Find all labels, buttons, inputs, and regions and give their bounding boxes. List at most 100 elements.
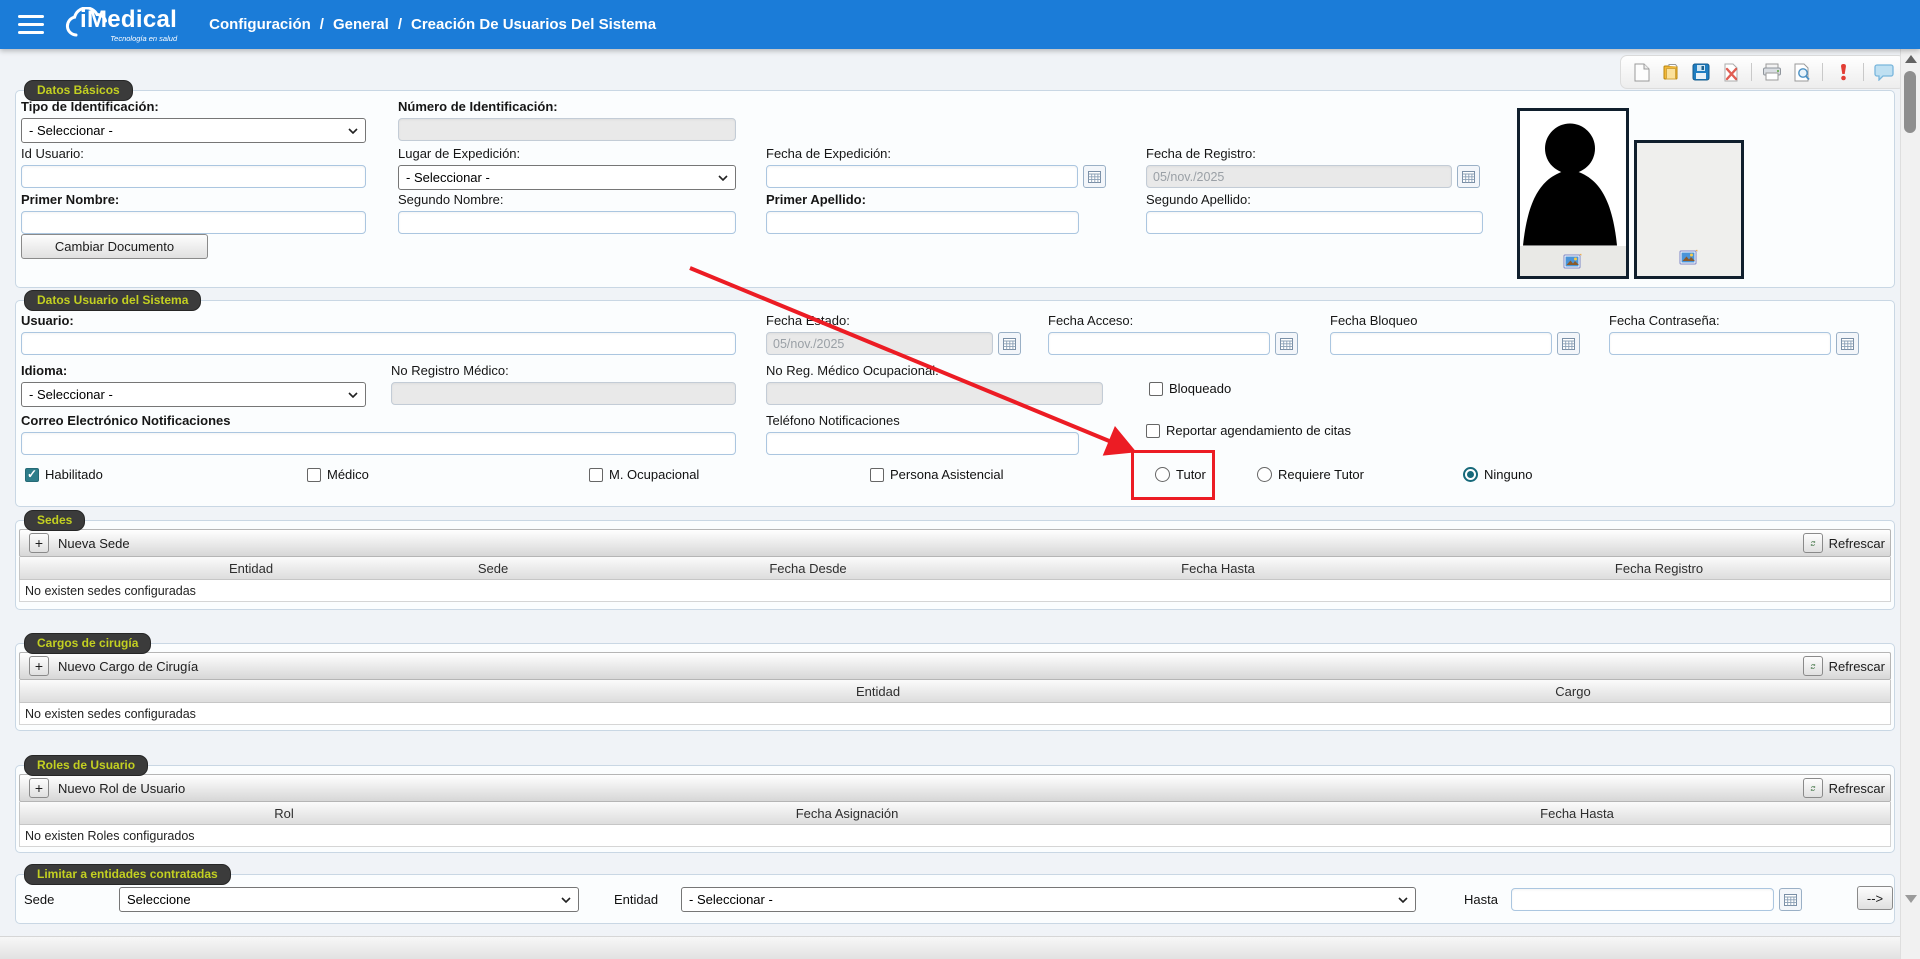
action-toolbar [1620, 55, 1905, 89]
no-reg-medico-ocupacional-input[interactable] [766, 382, 1103, 405]
no-registro-medico-input[interactable] [391, 382, 736, 405]
entidad-label: Entidad [614, 892, 658, 907]
refrescar-button[interactable]: Refrescar [1803, 778, 1885, 798]
refresh-icon[interactable] [1803, 656, 1823, 676]
bloqueado-checkbox[interactable]: Bloqueado [1149, 381, 1231, 396]
idioma-select[interactable]: - Seleccionar - [21, 382, 366, 407]
calendar-icon[interactable] [998, 332, 1021, 355]
menu-icon[interactable] [18, 15, 44, 34]
id-usuario-label: Id Usuario: [21, 146, 366, 161]
checkbox-icon [1149, 382, 1163, 396]
fecha-expedicion-input[interactable] [766, 165, 1078, 188]
picture-icon[interactable] [1679, 249, 1699, 266]
fecha-contrasena-input[interactable] [1609, 332, 1831, 355]
ninguno-radio[interactable]: Ninguno [1463, 467, 1532, 482]
scroll-down-icon[interactable] [1905, 895, 1917, 903]
usuario-input[interactable] [21, 332, 736, 355]
picture-icon[interactable] [1563, 253, 1583, 270]
calendar-icon[interactable] [1779, 888, 1802, 911]
calendar-icon[interactable] [1083, 165, 1106, 188]
refrescar-button[interactable]: Refrescar [1803, 533, 1885, 553]
refrescar-button[interactable]: Refrescar [1803, 656, 1885, 676]
refresh-icon[interactable] [1803, 778, 1823, 798]
lugar-expedicion-label: Lugar de Expedición: [398, 146, 736, 161]
toolbar-separator [1751, 63, 1752, 81]
breadcrumb-item[interactable]: General [333, 16, 389, 33]
calendar-icon[interactable] [1275, 332, 1298, 355]
entidad-select[interactable]: - Seleccionar - [681, 887, 1416, 912]
tipo-identificacion-select[interactable]: - Seleccionar - [21, 118, 366, 143]
scroll-up-icon[interactable] [1905, 55, 1917, 63]
add-icon[interactable]: + [29, 778, 49, 798]
radio-icon [1155, 467, 1170, 482]
calendar-icon[interactable] [1557, 332, 1580, 355]
column-header: Entidad [856, 684, 900, 699]
preview-icon[interactable] [1792, 62, 1812, 82]
new-document-icon[interactable] [1631, 62, 1651, 82]
hasta-label: Hasta [1464, 892, 1498, 907]
primer-nombre-input[interactable] [21, 211, 366, 234]
telefono-notificaciones-input[interactable] [766, 432, 1079, 455]
section-roles-usuario: Roles de Usuario + Nuevo Rol de Usuario … [15, 765, 1895, 853]
sedes-toolbar: + Nueva Sede Refrescar [19, 529, 1891, 557]
column-header: Fecha Hasta [1540, 806, 1614, 821]
segundo-nombre-input[interactable] [398, 211, 736, 234]
reportar-agendamiento-checkbox[interactable]: Reportar agendamiento de citas [1146, 423, 1351, 438]
comment-icon[interactable] [1874, 62, 1894, 82]
add-icon[interactable]: + [29, 656, 49, 676]
correo-notificaciones-input[interactable] [21, 432, 736, 455]
transfer-arrow-button[interactable]: --> [1857, 886, 1893, 910]
segundo-apellido-input[interactable] [1146, 211, 1483, 234]
brand-tagline: Tecnología en salud [110, 34, 177, 43]
breadcrumb-item[interactable]: Configuración [209, 16, 311, 33]
nueva-sede-button[interactable]: Nueva Sede [58, 536, 130, 551]
print-icon[interactable] [1762, 62, 1782, 82]
fecha-estado-input[interactable] [766, 332, 993, 355]
fecha-estado-label: Fecha Estado: [766, 313, 1021, 328]
m-ocupacional-checkbox[interactable]: M. Ocupacional [589, 467, 699, 482]
requiere-tutor-radio[interactable]: Requiere Tutor [1257, 467, 1364, 482]
calendar-icon[interactable] [1457, 165, 1480, 188]
signature-placeholder[interactable] [1634, 140, 1744, 279]
lugar-expedicion-select[interactable]: - Seleccionar - [398, 165, 736, 190]
vertical-scrollbar[interactable] [1900, 49, 1920, 959]
save-icon[interactable] [1691, 62, 1711, 82]
section-badge: Datos Básicos [24, 80, 133, 101]
horizontal-scroll-area[interactable] [0, 936, 1901, 959]
medico-checkbox[interactable]: Médico [307, 467, 369, 482]
tutor-radio[interactable]: Tutor [1155, 467, 1206, 482]
sedes-table-header: Entidad Sede Fecha Desde Fecha Hasta Fec… [19, 557, 1891, 580]
numero-identificacion-input[interactable] [398, 118, 736, 141]
persona-asistencial-checkbox[interactable]: Persona Asistencial [870, 467, 1003, 482]
warning-icon[interactable] [1833, 62, 1853, 82]
user-photo-placeholder[interactable] [1517, 108, 1629, 279]
nuevo-rol-button[interactable]: Nuevo Rol de Usuario [58, 781, 185, 796]
fecha-bloqueo-input[interactable] [1330, 332, 1552, 355]
checkbox-icon [870, 468, 884, 482]
habilitado-checkbox[interactable]: Habilitado [25, 467, 103, 482]
column-header: Sede [478, 561, 508, 576]
id-usuario-input[interactable] [21, 165, 366, 188]
column-header: Fecha Registro [1615, 561, 1703, 576]
delete-icon[interactable] [1721, 62, 1741, 82]
cambiar-documento-button[interactable]: Cambiar Documento [21, 234, 208, 259]
radio-selected-icon [1463, 467, 1478, 482]
add-icon[interactable]: + [29, 533, 49, 553]
nuevo-cargo-button[interactable]: Nuevo Cargo de Cirugía [58, 659, 198, 674]
roles-empty-row: No existen Roles configurados [19, 825, 1891, 847]
app-header: iMedical Tecnología en salud Configuraci… [0, 0, 1920, 49]
calendar-icon[interactable] [1836, 332, 1859, 355]
fecha-registro-input[interactable] [1146, 165, 1452, 188]
scrollbar-thumb[interactable] [1904, 71, 1916, 133]
fecha-acceso-input[interactable] [1048, 332, 1270, 355]
breadcrumb-item[interactable]: Creación De Usuarios Del Sistema [411, 16, 656, 33]
open-folder-icon[interactable] [1661, 62, 1681, 82]
refresh-icon[interactable] [1803, 533, 1823, 553]
primer-nombre-label: Primer Nombre: [21, 192, 366, 207]
radio-icon [1257, 467, 1272, 482]
sedes-empty-row: No existen sedes configuradas [19, 580, 1891, 602]
hasta-input[interactable] [1511, 888, 1774, 911]
sede-select[interactable]: Seleccione [119, 887, 579, 912]
primer-apellido-input[interactable] [766, 211, 1079, 234]
section-cargos-cirugia: Cargos de cirugía + Nuevo Cargo de Cirug… [15, 643, 1895, 731]
